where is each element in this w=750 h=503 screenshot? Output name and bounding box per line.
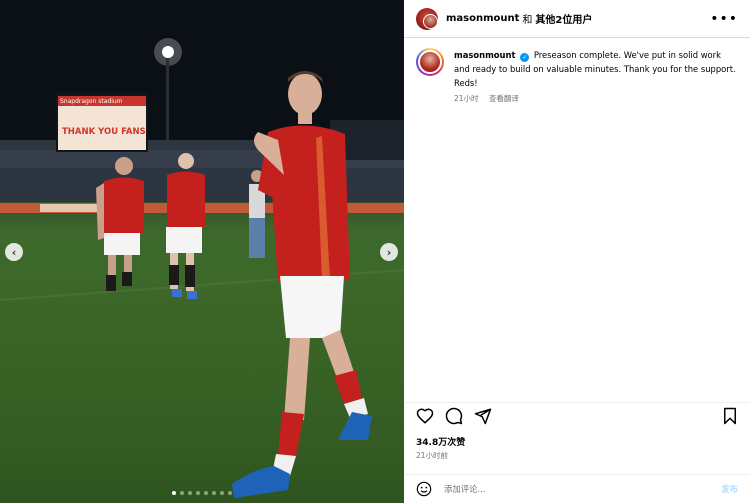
post-caption: masonmount ✓ Preseason complete. We've p… (404, 38, 750, 106)
more-horizontal-icon[interactable]: ••• (710, 11, 738, 27)
comment-input[interactable] (444, 484, 722, 494)
heart-icon[interactable] (416, 407, 434, 425)
share-icon[interactable] (474, 407, 492, 425)
comment-bar: 发布 (404, 474, 750, 503)
post-header: masonmount 和 其他2位用户 ••• (404, 0, 750, 38)
post-comment-button[interactable]: 发布 (721, 483, 738, 495)
match-photo: Snapdragon stadium THANK YOU FANS (0, 0, 404, 498)
collaborator-avatar (423, 13, 438, 29)
carousel-dot (196, 491, 200, 495)
caption-avatar[interactable] (416, 48, 444, 76)
carousel-indicator (0, 491, 404, 495)
post-sidebar: masonmount 和 其他2位用户 ••• masonmount ✓ Pre… (404, 0, 750, 503)
like-count[interactable]: 34.8万次赞 (416, 435, 465, 448)
scoreboard-brand: Snapdragon stadium (60, 98, 123, 105)
action-bar (404, 402, 750, 428)
post-timestamp: 21小时前 (416, 451, 449, 460)
emoji-icon[interactable] (416, 481, 432, 497)
carousel-dot (212, 491, 216, 495)
carousel-next-button[interactable]: › (380, 243, 398, 261)
carousel-dot (180, 491, 184, 495)
verified-badge-icon: ✓ (520, 53, 530, 62)
carousel-dot (204, 491, 208, 495)
carousel-dot (188, 491, 192, 495)
post-image[interactable]: Snapdragon stadium THANK YOU FANS ‹ › (0, 0, 404, 503)
carousel-dot (220, 491, 224, 495)
comment-icon[interactable] (445, 407, 463, 425)
player-middle (166, 153, 205, 299)
caption-time: 21小时 (454, 94, 479, 103)
carousel-dot (172, 491, 176, 495)
scoreboard-text: THANK YOU FANS (62, 127, 146, 137)
see-translation-link[interactable]: 查看翻译 (489, 94, 519, 103)
author-avatar[interactable] (416, 7, 438, 30)
author-username[interactable]: masonmount (446, 13, 519, 24)
collaborators-link[interactable]: 其他2位用户 (535, 11, 592, 26)
carousel-prev-button[interactable]: ‹ (5, 243, 23, 261)
carousel-dot (228, 491, 232, 495)
bookmark-icon[interactable] (722, 407, 738, 425)
caption-username[interactable]: masonmount (454, 50, 516, 60)
header-and: 和 (522, 15, 533, 26)
